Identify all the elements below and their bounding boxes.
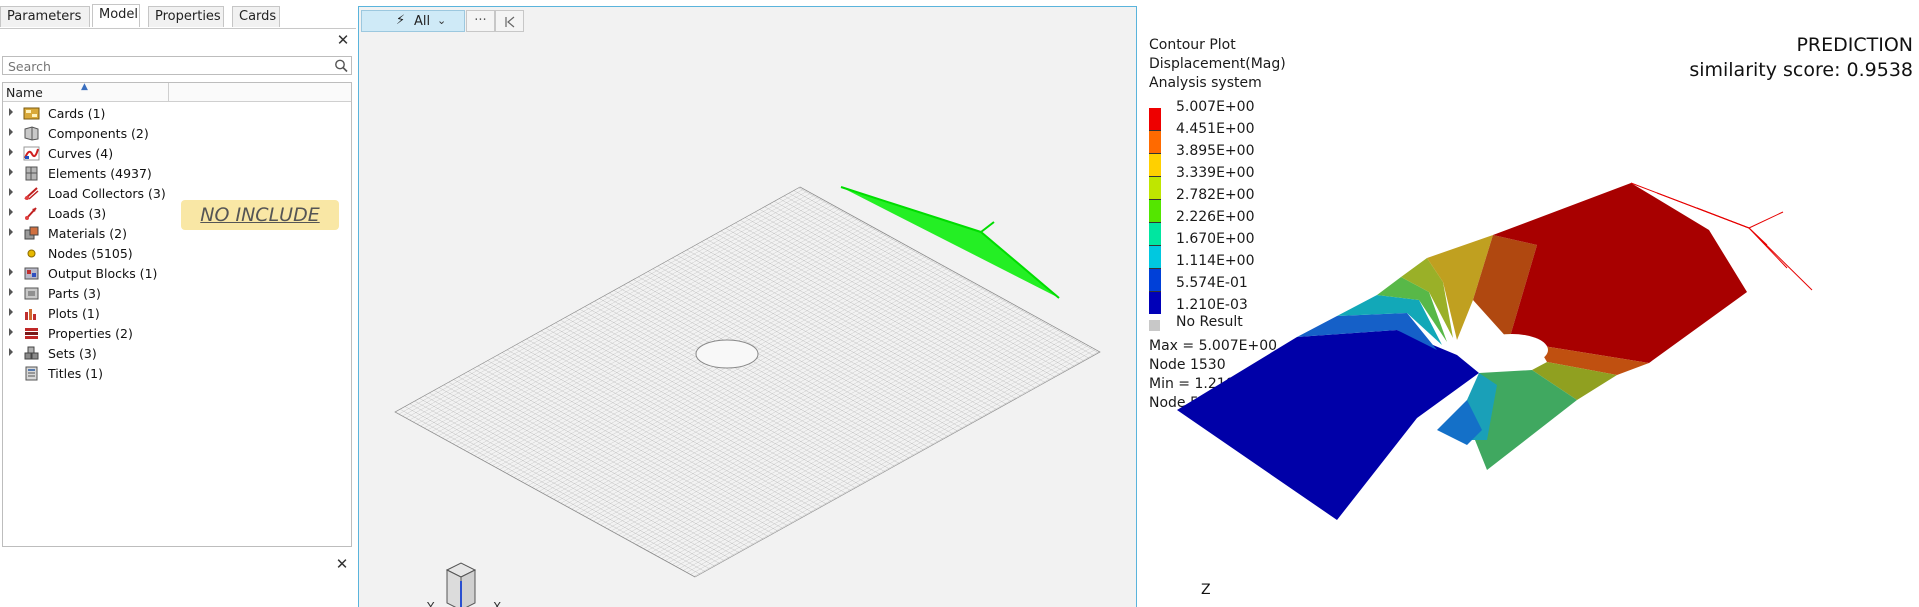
tree-item-properties[interactable]: Properties (2)	[3, 324, 333, 344]
elements-icon	[25, 166, 38, 181]
tree-header: Name ▲	[3, 82, 351, 102]
model-browser-panel: Parameters Model Properties Cards ✕ Name…	[0, 0, 356, 607]
expand-arrow-icon[interactable]	[9, 348, 13, 356]
loads-icon	[25, 207, 37, 220]
search-field[interactable]	[2, 56, 352, 75]
plots-icon	[25, 309, 36, 320]
tree-item-label: Materials (2)	[48, 226, 127, 241]
tree-item-label: Plots (1)	[48, 306, 100, 321]
contour-result-view: Contour Plot Displacement(Mag) Analysis …	[1137, 0, 1919, 607]
search-icon[interactable]	[333, 57, 349, 74]
properties-icon	[25, 328, 38, 339]
axis-y-label: Y	[426, 600, 435, 607]
axis-x-label: X	[493, 600, 501, 607]
hole	[695, 339, 759, 369]
sort-caret-icon[interactable]: ▲	[81, 82, 88, 92]
tree-item-label: Parts (3)	[48, 286, 101, 301]
tree-item-label: Components (2)	[48, 126, 149, 141]
tree-item-components[interactable]: Components (2)	[3, 124, 333, 144]
titles-icon	[25, 366, 38, 381]
view-cube[interactable]: Y X	[389, 555, 519, 607]
tree-item-sets[interactable]: Sets (3)	[3, 344, 333, 364]
contour-plot[interactable]: Z	[1137, 0, 1919, 607]
tree-item-label: Curves (4)	[48, 146, 114, 161]
tree-item-label: Output Blocks (1)	[48, 266, 158, 281]
search-input[interactable]	[6, 58, 330, 75]
tree-item-output-blocks[interactable]: Output Blocks (1)	[3, 264, 333, 284]
expand-arrow-icon[interactable]	[9, 208, 13, 216]
expand-arrow-icon[interactable]	[9, 108, 13, 116]
contour-band-blue	[1177, 330, 1479, 520]
expand-arrow-icon[interactable]	[9, 168, 13, 176]
tree-item-label: Cards (1)	[48, 106, 106, 121]
load-collectors-icon	[24, 187, 39, 200]
curves-icon	[23, 146, 40, 161]
tree-item-elements[interactable]: Elements (4937)	[3, 164, 333, 184]
cards-icon	[23, 107, 40, 120]
parts-icon	[24, 287, 39, 300]
tree-item-nodes[interactable]: Nodes (5105)	[3, 244, 333, 264]
tab-strip: Parameters Model Properties Cards	[0, 4, 356, 29]
tree-item-plots[interactable]: Plots (1)	[3, 304, 333, 324]
tab-cards[interactable]: Cards	[232, 6, 280, 27]
expand-arrow-icon[interactable]	[9, 308, 13, 316]
tab-model[interactable]: Model	[92, 4, 140, 27]
materials-icon	[24, 226, 39, 240]
sets-icon	[24, 346, 39, 360]
tree-item-label: Elements (4937)	[48, 166, 152, 181]
tree-item-label: Titles (1)	[48, 366, 103, 381]
close-icon[interactable]: ✕	[335, 557, 349, 572]
tree-item-titles[interactable]: Titles (1)	[3, 364, 333, 384]
tree-item-curves[interactable]: Curves (4)	[3, 144, 333, 164]
expand-arrow-icon[interactable]	[9, 268, 13, 276]
axis-z-label: Z	[1201, 582, 1211, 598]
tree-item-label: Sets (3)	[48, 346, 97, 361]
expand-arrow-icon[interactable]	[9, 328, 13, 336]
expand-arrow-icon[interactable]	[9, 228, 13, 236]
tab-parameters[interactable]: Parameters	[0, 6, 90, 27]
tab-properties[interactable]: Properties	[148, 6, 224, 27]
hole	[1476, 334, 1548, 366]
column-divider[interactable]	[168, 83, 169, 101]
tree-item-label: Loads (3)	[48, 206, 107, 221]
tree-item-cards[interactable]: Cards (1)	[3, 104, 333, 124]
column-header-name[interactable]: Name	[6, 85, 43, 100]
expand-arrow-icon[interactable]	[9, 148, 13, 156]
model-tree: Name ▲ Cards (1) Components (2) Curves (…	[2, 82, 352, 547]
output-blocks-icon	[24, 267, 39, 280]
tree-item-parts[interactable]: Parts (3)	[3, 284, 333, 304]
tree-item-label: Load Collectors (3)	[48, 186, 166, 201]
annotation-note: NO INCLUDE	[181, 200, 339, 230]
expand-arrow-icon[interactable]	[9, 188, 13, 196]
tree-item-label: Properties (2)	[48, 326, 133, 341]
expand-arrow-icon[interactable]	[9, 128, 13, 136]
graphics-viewport[interactable]: ⚡ All ⌄ ··· Y X	[358, 6, 1137, 607]
components-icon	[24, 126, 39, 141]
expand-arrow-icon[interactable]	[9, 288, 13, 296]
mesh-model[interactable]	[359, 7, 1137, 607]
nodes-icon	[27, 249, 36, 258]
close-icon[interactable]: ✕	[336, 33, 350, 48]
tree-item-label: Nodes (5105)	[48, 246, 133, 261]
